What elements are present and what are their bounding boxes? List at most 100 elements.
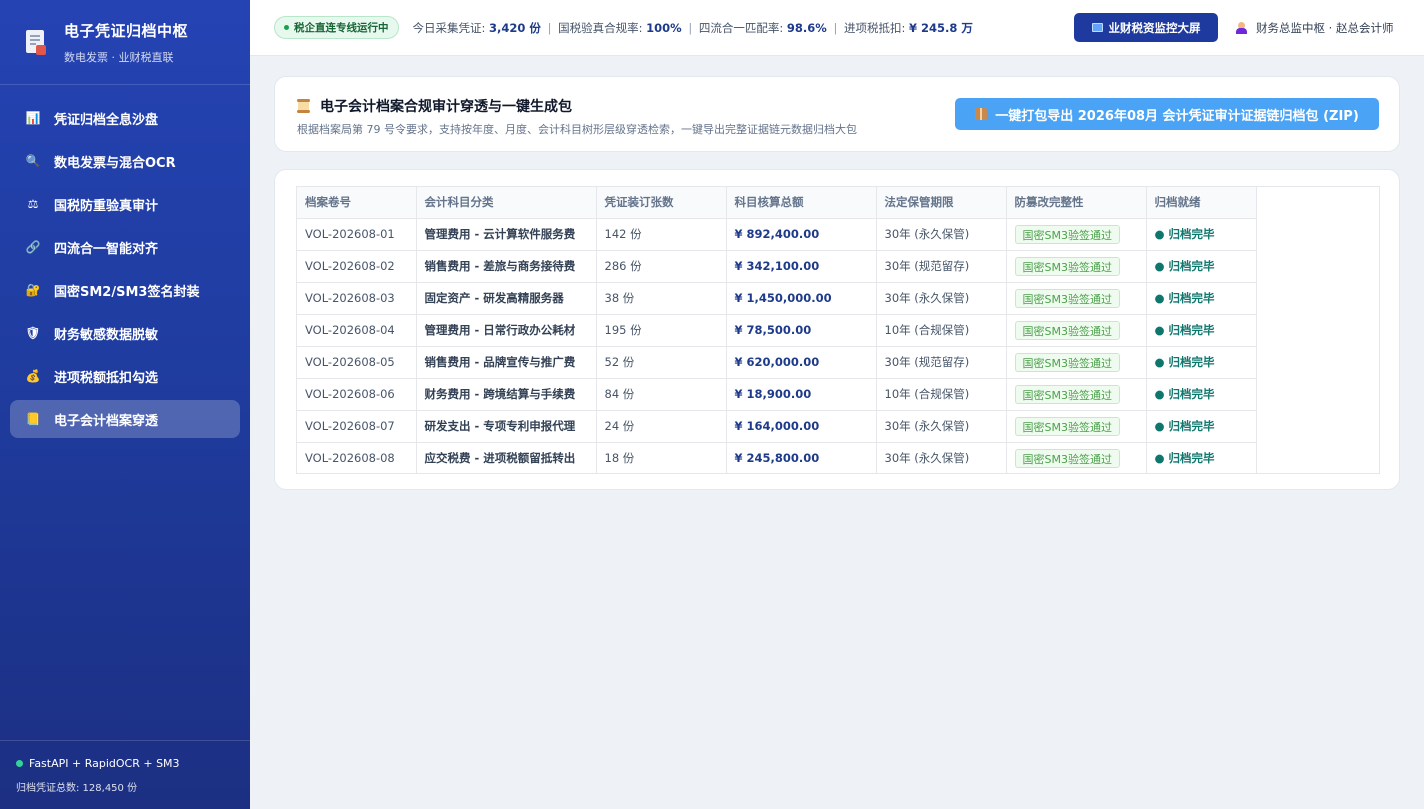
archived-status: ● 归档完毕 [1154,323,1215,337]
voucher-count-cell: 84 份 [596,378,727,411]
sidebar: 电子凭证归档中枢 数电发票 · 业财税直联 📊 凭证归档全息沙盘 🔍 数电发票与混合O… [0,0,250,809]
archived-status: ● 归档完毕 [1154,387,1215,401]
stat-collected-label: 今日采集凭证: [412,20,490,35]
table-row[interactable]: VOL-202608-03 固定资产 - 研发高精服务器 38 份 ¥ 1,450,0… [297,282,1257,315]
voucher-count-cell: 18 份 [596,442,727,474]
ready-status-cell: ● 归档完毕 [1146,314,1257,347]
stat-separator: | [688,20,693,35]
integrity-cell: 国密SM3验签通过 [1006,346,1147,379]
export-zip-button[interactable]: 一键打包导出 2026年08月 会计凭证审计证据链归档包 (ZIP) [955,98,1379,130]
ready-status-cell: ● 归档完毕 [1146,346,1257,379]
integrity-cell: 国密SM3验签通过 [1006,314,1147,347]
user-profile[interactable]: 财务总监中枢 · 赵总会计师 [1236,20,1393,36]
archive-table-card: 档案卷号 会计科目分类 凭证装订张数 科目核算总额 法定保管期限 防篡改完整性 归档就绪 V… [274,169,1400,490]
volume-number-cell: VOL-202608-03 [297,282,417,315]
stat-verify-value: 100% [646,20,682,35]
integrity-cell: 国密SM3验签通过 [1006,442,1147,474]
archived-status: ● 归档完毕 [1154,291,1215,305]
archived-status: ● 归档完毕 [1154,227,1215,241]
sm3-verified-badge: 国密SM3验签通过 [1014,224,1120,244]
table-row[interactable]: VOL-202608-08 应交税费 - 进项税额留抵转出 18 份 ¥ 245,80… [297,442,1257,474]
voucher-count-cell: 24 份 [596,410,727,443]
sidebar-item-6[interactable]: 🛡 财务敏感数据脱敏 [10,314,240,352]
volume-number-cell: VOL-202608-06 [297,378,417,411]
integrity-cell: 国密SM3验签通过 [1006,378,1147,411]
table-row[interactable]: VOL-202608-02 销售费用 - 差旅与商务接待费 286 份 ¥ 342,1… [297,250,1257,283]
sidebar-item-7[interactable]: 💰 进项税额抵扣勾选 [10,357,240,395]
retention-period-cell: 30年 (永久保管) [876,410,1007,443]
subject-cell: 财务费用 - 跨境结算与手续费 [416,378,597,411]
integrity-cell: 国密SM3验签通过 [1006,250,1147,283]
ready-status-cell: ● 归档完毕 [1146,378,1257,411]
table-row[interactable]: VOL-202608-05 销售费用 - 品牌宣传与推广费 52 份 ¥ 620,00… [297,346,1257,379]
document-logo-icon [24,29,48,55]
ledger-icon: 📒 [25,412,41,426]
subject-cell: 固定资产 - 研发高精服务器 [416,282,597,315]
lock-icon: 🔐 [25,283,41,297]
ready-status-cell: ● 归档完毕 [1146,218,1257,251]
retention-period-cell: 10年 (合规保管) [876,314,1007,347]
sidebar-item-2[interactable]: 🔍 数电发票与混合OCR [10,142,240,180]
sm3-verified-badge: 国密SM3验签通过 [1014,320,1120,340]
stat-match-label: 四流合一匹配率: [698,20,787,35]
scroll-icon [297,99,310,113]
integrity-cell: 国密SM3验签通过 [1006,282,1147,315]
sidebar-item-1[interactable]: 📊 凭证归档全息沙盘 [10,99,240,137]
amount-cell: ¥ 620,000.00 [726,346,877,379]
stat-deduct-label: 进项税抵扣: [843,20,910,35]
subject-cell: 应交税费 - 进项税额留抵转出 [416,442,597,474]
brand: 电子凭证归档中枢 数电发票 · 业财税直联 [0,0,250,85]
amount-cell: ¥ 892,400.00 [726,218,877,251]
archived-status: ● 归档完毕 [1154,419,1215,433]
sidebar-footer: FastAPI + RapidOCR + SM3 归档凭证总数: 128,450… [0,740,250,809]
sidebar-item-4[interactable]: 🔗 四流合一智能对齐 [10,228,240,266]
tech-stack-label: FastAPI + RapidOCR + SM3 [29,757,180,770]
monitor-dashboard-label: 业财税资监控大屏 [1108,20,1201,35]
monitor-dashboard-button[interactable]: 业财税资监控大屏 [1074,13,1218,42]
table-header-row: 档案卷号 会计科目分类 凭证装订张数 科目核算总额 法定保管期限 防篡改完整性 归档就绪 [297,187,1257,219]
retention-period-cell: 10年 (合规保管) [876,378,1007,411]
table-row[interactable]: VOL-202608-06 财务费用 - 跨境结算与手续费 84 份 ¥ 18,900… [297,378,1257,411]
sm3-verified-badge: 国密SM3验签通过 [1014,416,1120,436]
archived-status: ● 归档完毕 [1154,451,1215,466]
column-header: 凭证装订张数 [596,187,727,219]
sidebar-item-5[interactable]: 🔐 国密SM2/SM3签名封装 [10,271,240,309]
archive-header-card: 电子会计档案合规审计穿透与一键生成包 根据档案局第 79 号令要求，支持按年度、… [274,76,1400,152]
amount-cell: ¥ 1,450,000.00 [726,282,877,315]
voucher-count-cell: 52 份 [596,346,727,379]
sm3-verified-badge: 国密SM3验签通过 [1014,288,1120,308]
column-header: 科目核算总额 [726,187,877,219]
subject-cell: 管理费用 - 日常行政办公耗材 [416,314,597,347]
sidebar-item-label: 国密SM2/SM3签名封装 [54,284,200,300]
sidebar-item-label: 数电发票与混合OCR [54,155,176,171]
ready-status-cell: ● 归档完毕 [1146,442,1257,474]
ready-status-cell: ● 归档完毕 [1146,410,1257,443]
sm3-verified-badge: 国密SM3验签通过 [1014,384,1120,404]
volume-number-cell: VOL-202608-02 [297,250,417,283]
archived-status: ● 归档完毕 [1154,259,1215,273]
column-header: 归档就绪 [1146,187,1257,219]
table-row[interactable]: VOL-202608-01 管理费用 - 云计算软件服务费 142 份 ¥ 892,4… [297,218,1257,251]
stat-match-value: 98.6% [786,20,827,35]
subject-cell: 管理费用 - 云计算软件服务费 [416,218,597,251]
sidebar-item-3[interactable]: ⚖ 国税防重验真审计 [10,185,240,223]
shield-icon: 🛡 [25,326,41,340]
amount-cell: ¥ 18,900.00 [726,378,877,411]
brand-title: 电子凭证归档中枢 [64,21,189,40]
monitor-icon [1091,23,1103,32]
column-header: 法定保管期限 [876,187,1007,219]
top-bar: 税企直连专线运行中 今日采集凭证: 3,420 份 | 国税验真合规率: 100… [250,0,1424,56]
sidebar-item-label: 四流合一智能对齐 [54,241,159,257]
retention-period-cell: 30年 (永久保管) [876,442,1007,474]
stat-separator: | [547,20,552,35]
table-row[interactable]: VOL-202608-04 管理费用 - 日常行政办公耗材 195 份 ¥ 78,50… [297,314,1257,347]
magnifier-icon: 🔍 [25,154,41,168]
amount-cell: ¥ 342,100.00 [726,250,877,283]
sidebar-item-8[interactable]: 📒 电子会计档案穿透 [10,400,240,438]
page-title: 电子会计档案合规审计穿透与一键生成包 [297,96,572,116]
integrity-cell: 国密SM3验签通过 [1006,410,1147,443]
table-row[interactable]: VOL-202608-07 研发支出 - 专项专利申报代理 24 份 ¥ 164,00… [297,410,1257,443]
status-label: 税企直连专线运行中 [294,22,389,34]
amount-cell: ¥ 245,800.00 [726,442,877,474]
bar-chart-icon: 📊 [25,111,41,125]
